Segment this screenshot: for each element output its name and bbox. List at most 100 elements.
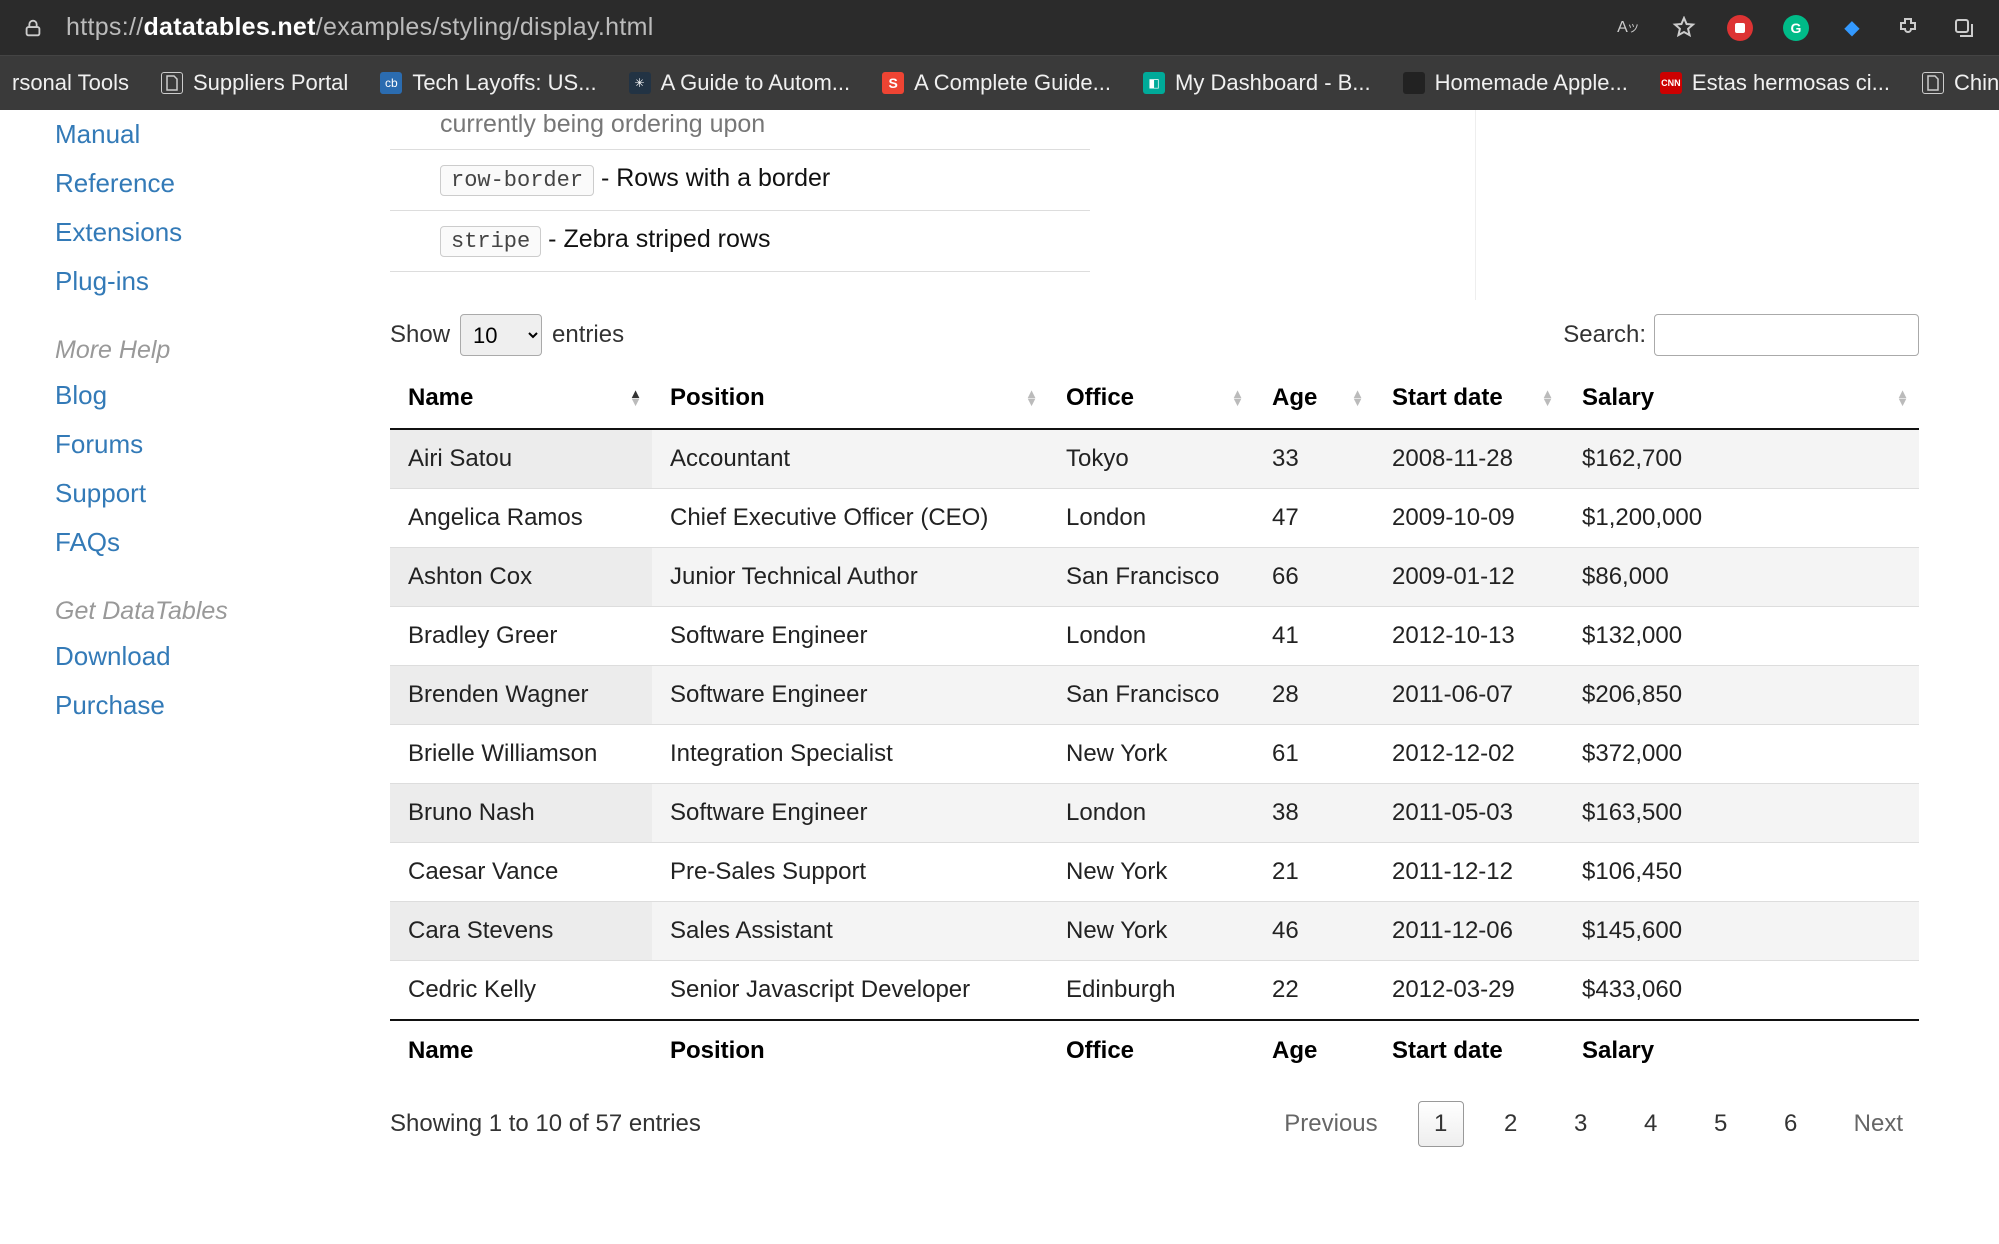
table-row[interactable]: Bradley GreerSoftware EngineerLondon4120… (390, 607, 1919, 666)
table-cell: $1,200,000 (1564, 489, 1919, 548)
bookmark-item[interactable]: cbTech Layoffs: US... (380, 70, 596, 96)
table-row[interactable]: Cedric KellySenior Javascript DeveloperE… (390, 961, 1919, 1021)
paginate-page[interactable]: 1 (1418, 1101, 1464, 1147)
table-row[interactable]: Angelica RamosChief Executive Officer (C… (390, 489, 1919, 548)
length-select[interactable]: 10 (460, 314, 542, 356)
sidebar-link[interactable]: Plug-ins (55, 257, 390, 306)
sort-icon: ▲▼ (629, 390, 642, 406)
table-cell: San Francisco (1048, 666, 1254, 725)
sidebar-link[interactable]: Purchase (55, 681, 390, 730)
table-row[interactable]: Bruno NashSoftware EngineerLondon382011-… (390, 784, 1919, 843)
table-row[interactable]: Airi SatouAccountantTokyo332008-11-28$16… (390, 429, 1919, 489)
sidebar-link[interactable]: Extensions (55, 208, 390, 257)
table-cell: Software Engineer (652, 666, 1048, 725)
favicon-icon (1403, 72, 1425, 94)
length-control: Show 10 entries (390, 314, 624, 356)
table-cell: 2012-10-13 (1374, 607, 1564, 666)
extensions-icon[interactable] (1895, 15, 1921, 41)
vertical-rule (1475, 110, 1476, 300)
column-header[interactable]: Start date▲▼ (1374, 368, 1564, 429)
favorite-icon[interactable] (1671, 15, 1697, 41)
paginate-page[interactable]: 2 (1488, 1101, 1534, 1147)
paginate-page[interactable]: 6 (1768, 1101, 1814, 1147)
bookmark-item[interactable]: ◧My Dashboard - B... (1143, 70, 1371, 96)
table-header-row: Name ▲▼ Position▲▼Office▲▼Age▲▼Start date▲… (390, 368, 1919, 429)
sidebar-link[interactable]: Reference (55, 159, 390, 208)
search-input[interactable] (1654, 314, 1919, 356)
collections-icon[interactable] (1951, 15, 1977, 41)
read-aloud-icon[interactable]: Aツ (1615, 15, 1641, 41)
option-desc: - Rows with a border (601, 164, 830, 192)
paginate-page[interactable]: 4 (1628, 1101, 1674, 1147)
table-cell: 38 (1254, 784, 1374, 843)
table-cell: New York (1048, 902, 1254, 961)
table-cell: Airi Satou (390, 429, 652, 489)
sidebar-link[interactable]: Support (55, 469, 390, 518)
column-footer: Position (652, 1020, 1048, 1081)
bookmark-item[interactable]: Homemade Apple... (1403, 70, 1628, 96)
table-cell: 2011-12-12 (1374, 843, 1564, 902)
paginate-previous[interactable]: Previous (1268, 1102, 1393, 1146)
table-cell: 28 (1254, 666, 1374, 725)
url-prefix: https:// (66, 13, 143, 41)
bookmark-item[interactable]: CNNEstas hermosas ci... (1660, 70, 1890, 96)
table-cell: London (1048, 607, 1254, 666)
table-cell: Edinburgh (1048, 961, 1254, 1021)
bookmark-item[interactable]: SA Complete Guide... (882, 70, 1111, 96)
length-entries-label: entries (552, 321, 624, 349)
table-row[interactable]: Brenden WagnerSoftware EngineerSan Franc… (390, 666, 1919, 725)
table-cell: $206,850 (1564, 666, 1919, 725)
sidebar-link[interactable]: FAQs (55, 518, 390, 567)
table-row[interactable]: Brielle WilliamsonIntegration Specialist… (390, 725, 1919, 784)
table-cell: London (1048, 489, 1254, 548)
table-footer-row: NamePositionOfficeAgeStart dateSalary (390, 1020, 1919, 1081)
grammarly-icon[interactable]: G (1783, 15, 1809, 41)
option-cutoff-text: currently being ordering upon (390, 110, 1919, 139)
table-cell: $132,000 (1564, 607, 1919, 666)
url-domain: datatables.net (143, 13, 315, 41)
column-header[interactable]: Office▲▼ (1048, 368, 1254, 429)
column-header[interactable]: Position▲▼ (652, 368, 1048, 429)
table-cell: $163,500 (1564, 784, 1919, 843)
bookmark-label: Homemade Apple... (1435, 70, 1628, 96)
table-cell: 2011-05-03 (1374, 784, 1564, 843)
table-row[interactable]: Caesar VancePre-Sales SupportNew York212… (390, 843, 1919, 902)
table-controls: Show 10 entries Search: (390, 272, 1919, 368)
column-footer: Start date (1374, 1020, 1564, 1081)
table-cell: Bradley Greer (390, 607, 652, 666)
paginate-page[interactable]: 3 (1558, 1101, 1604, 1147)
favicon-icon: ✳ (629, 72, 651, 94)
sort-icon: ▲▼ (1351, 390, 1364, 406)
search-control: Search: (1563, 314, 1919, 356)
bookmark-item[interactable]: Suppliers Portal (161, 70, 348, 96)
sidebar-link[interactable]: Blog (55, 371, 390, 420)
column-header[interactable]: Age▲▼ (1254, 368, 1374, 429)
bookmark-item[interactable]: rsonal Tools (12, 70, 129, 96)
sidebar: ManualReferenceExtensionsPlug-ins More H… (0, 110, 390, 1244)
column-header[interactable]: Salary▲▼ (1564, 368, 1919, 429)
gem-icon[interactable]: ◆ (1839, 15, 1865, 41)
table-cell: Angelica Ramos (390, 489, 652, 548)
extension-red-icon[interactable] (1727, 15, 1753, 41)
table-row[interactable]: Ashton CoxJunior Technical AuthorSan Fra… (390, 548, 1919, 607)
sidebar-link[interactable]: Download (55, 632, 390, 681)
column-footer: Name (390, 1020, 652, 1081)
sidebar-link[interactable]: Manual (55, 110, 390, 159)
table-cell: 61 (1254, 725, 1374, 784)
browser-address-bar: https://datatables.net/examples/styling/… (0, 0, 1999, 55)
table-cell: Junior Technical Author (652, 548, 1048, 607)
url[interactable]: https://datatables.net/examples/styling/… (66, 13, 654, 42)
bookmark-item[interactable]: ✳A Guide to Autom... (629, 70, 851, 96)
column-label: Salary (1582, 384, 1654, 411)
lock-icon (22, 17, 44, 39)
column-label: Name (408, 384, 473, 411)
column-header[interactable]: Name ▲▼ (390, 368, 652, 429)
bookmark-item[interactable]: Chinese (1922, 70, 1999, 96)
table-cell: Caesar Vance (390, 843, 652, 902)
sidebar-link[interactable]: Forums (55, 420, 390, 469)
paginate-page[interactable]: 5 (1698, 1101, 1744, 1147)
paginate-next[interactable]: Next (1838, 1102, 1919, 1146)
table-cell: 41 (1254, 607, 1374, 666)
table-row[interactable]: Cara StevensSales AssistantNew York46201… (390, 902, 1919, 961)
table-cell: Ashton Cox (390, 548, 652, 607)
